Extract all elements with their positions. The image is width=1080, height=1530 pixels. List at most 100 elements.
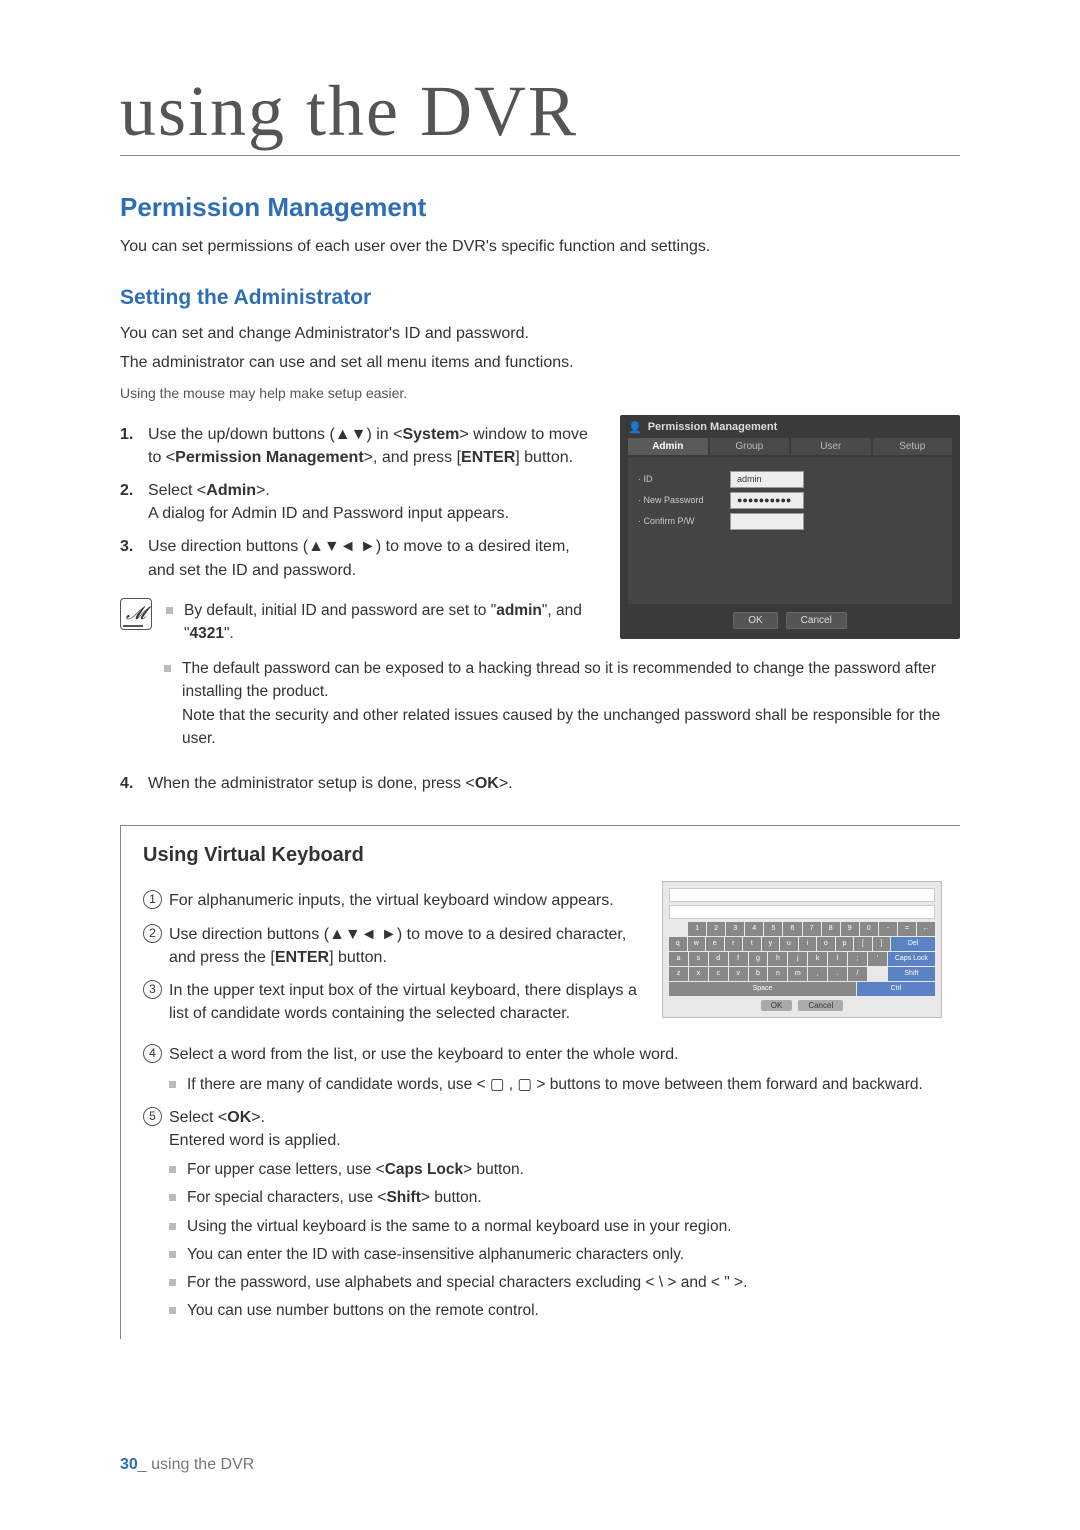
vk-steps-cont: Select a word from the list, or use the …	[143, 1043, 942, 1322]
vk-key[interactable]: p	[836, 937, 854, 951]
section-intro: You can set permissions of each user ove…	[120, 235, 960, 258]
vk-step-2: Use direction buttons (▲▼◄ ►) to move to…	[169, 923, 638, 969]
vk-key[interactable]: 9	[841, 922, 859, 936]
vk-key[interactable]: 7	[803, 922, 821, 936]
vk-key[interactable]: y	[762, 937, 780, 951]
vk-input-line[interactable]	[669, 905, 935, 919]
vk-key-backspace[interactable]: ←	[917, 922, 935, 936]
vk-row-4: z x c v b n m , . / Shift	[669, 967, 935, 981]
permission-dialog: 👤 Permission Management Admin Group User…	[620, 415, 960, 639]
vk-key[interactable]: z	[669, 967, 688, 981]
note-list-1: By default, initial ID and password are …	[166, 596, 596, 649]
vk-key-space[interactable]: Space	[669, 982, 856, 996]
id-field[interactable]: admin	[730, 471, 804, 488]
vk-key[interactable]: 8	[822, 922, 840, 936]
vk-row-numbers: 1 2 3 4 5 6 7 8 9 0 - = ←	[669, 922, 935, 936]
confirmpw-field[interactable]	[730, 513, 804, 530]
vk-row-5: Space Ctrl	[669, 982, 935, 996]
vk-note-pw-chars: For the password, use alphabets and spec…	[169, 1271, 942, 1294]
vk-key[interactable]: '	[868, 952, 887, 966]
section-heading: Permission Management	[120, 192, 960, 223]
vk-key[interactable]: b	[749, 967, 768, 981]
vk-key-ctrl[interactable]: Ctrl	[857, 982, 935, 996]
vk-key[interactable]: n	[768, 967, 787, 981]
vk-key[interactable]: i	[799, 937, 817, 951]
vk-key[interactable]: 5	[764, 922, 782, 936]
vk-key[interactable]: 6	[783, 922, 801, 936]
mouse-note: Using the mouse may help make setup easi…	[120, 385, 960, 401]
vk-step-3: In the upper text input box of the virtu…	[169, 979, 638, 1025]
confirmpw-label: · Confirm P/W	[638, 516, 718, 526]
vk-key[interactable]: w	[688, 937, 706, 951]
vk-key[interactable]: /	[848, 967, 867, 981]
step-1: Use the up/down buttons (▲▼) in <System>…	[148, 423, 596, 469]
note-icon: 𝓜	[120, 598, 152, 630]
tab-admin[interactable]: Admin	[628, 438, 708, 455]
note-list-2: The default password can be exposed to a…	[164, 657, 960, 750]
vk-key[interactable]: 1	[688, 922, 706, 936]
vk-key[interactable]: [	[854, 937, 872, 951]
vk-key-capslock[interactable]: Caps Lock	[888, 952, 935, 966]
page-footer: 30_ using the DVR	[120, 1456, 254, 1474]
vk-key[interactable]: f	[729, 952, 748, 966]
vk-key[interactable]: r	[725, 937, 743, 951]
dialog-title: Permission Management	[648, 421, 778, 433]
vk-ok-button[interactable]: OK	[761, 1000, 793, 1011]
vk-step-4: Select a word from the list, or use the …	[169, 1043, 942, 1095]
virtual-keyboard-section: Using Virtual Keyboard For alphanumeric …	[120, 825, 960, 1338]
tab-setup[interactable]: Setup	[873, 438, 953, 455]
note-default-credentials: By default, initial ID and password are …	[166, 599, 596, 646]
vk-key[interactable]: -	[879, 922, 897, 936]
tab-user[interactable]: User	[791, 438, 871, 455]
vk-key[interactable]: q	[669, 937, 687, 951]
vk-key[interactable]: u	[780, 937, 798, 951]
ok-button[interactable]: OK	[733, 612, 777, 629]
vk-key[interactable]: 2	[707, 922, 725, 936]
step-4: When the administrator setup is done, pr…	[148, 772, 960, 795]
vk-key[interactable]: 0	[860, 922, 878, 936]
vk-steps: For alphanumeric inputs, the virtual key…	[143, 889, 638, 1025]
vk-cancel-button[interactable]: Cancel	[798, 1000, 843, 1011]
vk-key[interactable]: g	[749, 952, 768, 966]
vk-key[interactable]: d	[709, 952, 728, 966]
subsection-intro-2: The administrator can use and set all me…	[120, 351, 960, 374]
vk-note-id-chars: You can enter the ID with case-insensiti…	[169, 1243, 942, 1266]
vk-key[interactable]: =	[898, 922, 916, 936]
vk-key[interactable]: m	[788, 967, 807, 981]
vk-key[interactable]: .	[828, 967, 847, 981]
vk-note-shift: For special characters, use <Shift> butt…	[169, 1186, 942, 1209]
vk-key[interactable]: k	[808, 952, 827, 966]
vk-step-5: Select <OK>. Entered word is applied. Fo…	[169, 1106, 942, 1323]
vk-candidate-line[interactable]	[669, 888, 935, 902]
newpw-field[interactable]: ●●●●●●●●●●	[730, 492, 804, 509]
tab-group[interactable]: Group	[710, 438, 790, 455]
vk-key[interactable]: t	[743, 937, 761, 951]
vk-key[interactable]: h	[768, 952, 787, 966]
vk-key[interactable]: 3	[726, 922, 744, 936]
subsection-heading: Setting the Administrator	[120, 286, 960, 310]
vk-key[interactable]: ]	[873, 937, 891, 951]
chapter-title: using the DVR	[120, 70, 960, 156]
id-label: · ID	[638, 474, 718, 484]
cancel-button[interactable]: Cancel	[786, 612, 847, 629]
vk-key-del[interactable]: Del	[891, 937, 935, 951]
steps-list-cont: When the administrator setup is done, pr…	[120, 772, 960, 795]
vk-key[interactable]: a	[669, 952, 688, 966]
vk-key[interactable]: c	[709, 967, 728, 981]
vk-key[interactable]: o	[817, 937, 835, 951]
vk-row-3: a s d f g h j k l ; ' Caps Lock	[669, 952, 935, 966]
vk-note-region: Using the virtual keyboard is the same t…	[169, 1215, 942, 1238]
vk-key[interactable]: j	[788, 952, 807, 966]
vk-key[interactable]: ,	[808, 967, 827, 981]
vk-key[interactable]: s	[689, 952, 708, 966]
vk-key[interactable]: v	[729, 967, 748, 981]
vk-key[interactable]: l	[828, 952, 847, 966]
vk-key[interactable]: x	[689, 967, 708, 981]
vk-key[interactable]: e	[706, 937, 724, 951]
vk-key[interactable]: 4	[745, 922, 763, 936]
subsection-intro-1: You can set and change Administrator's I…	[120, 322, 960, 345]
step-2: Select <Admin>. A dialog for Admin ID an…	[148, 479, 596, 525]
vk-key[interactable]: ;	[848, 952, 867, 966]
vk-key-shift[interactable]: Shift	[888, 967, 935, 981]
steps-list: Use the up/down buttons (▲▼) in <System>…	[120, 423, 596, 582]
